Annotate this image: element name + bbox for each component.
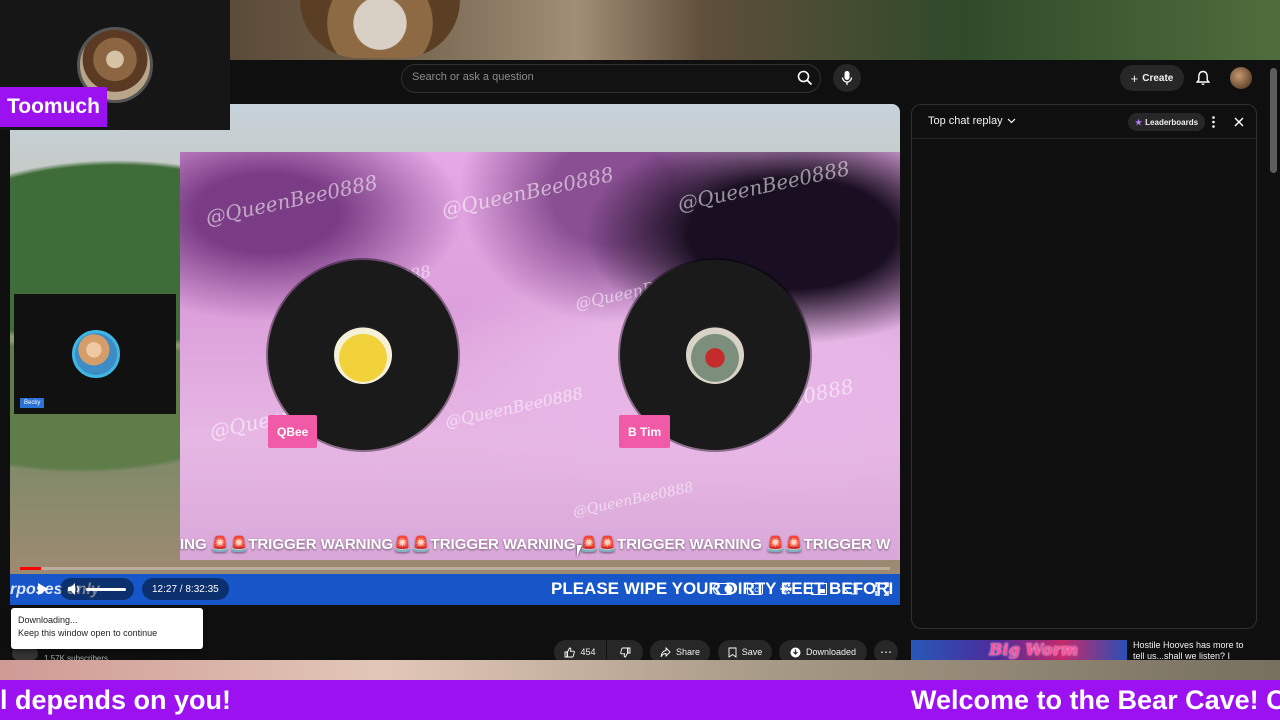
rose-window-avatar	[686, 326, 744, 384]
streamer-overlay: Toomuch	[0, 0, 230, 130]
account-avatar[interactable]	[1230, 67, 1252, 89]
time-display: 12:27 / 8:32:35	[142, 578, 229, 600]
live-chat-panel: Top chat replay ★ Leaderboards	[911, 104, 1257, 629]
captions-button[interactable]: CC	[745, 578, 765, 600]
volume-control[interactable]	[60, 578, 134, 600]
more-horizontal-icon: ⋯	[880, 645, 892, 659]
close-chat-button[interactable]	[1230, 113, 1248, 131]
star-icon: ★	[1135, 117, 1143, 127]
share-label: Share	[675, 647, 701, 657]
scrollbar-thumb[interactable]	[1270, 68, 1277, 173]
toast-status: Downloading...	[18, 615, 78, 625]
search-bar[interactable]	[401, 64, 821, 93]
miniplayer-button[interactable]	[809, 578, 829, 600]
create-button[interactable]: + Create	[1120, 65, 1184, 91]
guest-name-tag-right: B Tim	[619, 415, 671, 448]
watermark-text: @QueenBee0888	[439, 162, 616, 222]
screen: + Create Becky @QueenBee0888 @QueenBee08…	[0, 0, 1280, 720]
miniplayer-icon	[811, 583, 827, 595]
guest-avatar	[72, 330, 120, 378]
volume-slider[interactable]	[86, 588, 126, 591]
mouse-cursor	[577, 545, 587, 557]
chevron-down-icon	[1007, 118, 1016, 124]
fullscreen-button[interactable]	[872, 578, 892, 600]
save-label: Save	[741, 647, 763, 657]
leaderboards-button[interactable]: ★ Leaderboards	[1128, 113, 1206, 131]
player-controls: 12:27 / 8:32:35 CC	[20, 575, 900, 603]
autoplay-toggle[interactable]	[712, 578, 736, 600]
chat-header: Top chat replay ★ Leaderboards	[912, 105, 1256, 139]
toast-message: Keep this window open to continue	[18, 628, 158, 638]
page-scrollbar[interactable]	[1267, 60, 1280, 660]
chat-mode-dropdown[interactable]: Top chat replay	[928, 115, 1016, 127]
captions-icon: CC	[747, 583, 763, 595]
fullscreen-icon	[875, 582, 889, 596]
bell-icon	[1196, 70, 1210, 85]
cast-icon	[842, 583, 858, 595]
like-count: 454	[580, 647, 596, 657]
thumbnail-text: Big Worm	[989, 640, 1079, 659]
play-icon	[38, 583, 48, 595]
create-label: Create	[1142, 72, 1174, 84]
guest-camera-box: Becky	[14, 294, 176, 414]
recommended-title[interactable]: Hostile Hooves has more to tell us...sha…	[1133, 640, 1257, 660]
plus-icon: +	[1130, 70, 1139, 86]
banner-text-left: l depends on you!	[0, 685, 232, 715]
gear-icon	[780, 583, 792, 595]
play-button[interactable]	[32, 578, 54, 600]
download-toast: Downloading... Keep this window open to …	[11, 608, 203, 649]
banner-text-right: Welcome to the Bear Cave! C	[911, 685, 1280, 715]
cast-button[interactable]	[840, 578, 860, 600]
download-done-icon	[790, 647, 801, 657]
chat-title: Top chat replay	[928, 115, 1003, 127]
recommended-thumbnail[interactable]: Big Worm	[911, 640, 1127, 660]
bee-avatar	[334, 326, 392, 384]
chat-menu-button[interactable]	[1206, 113, 1220, 131]
watermark-text: @QueenBee0888	[203, 170, 380, 230]
progress-played	[20, 567, 41, 570]
svg-text:CC: CC	[750, 588, 759, 594]
search-icon	[797, 70, 813, 86]
video-player[interactable]: Becky @QueenBee0888 @QueenBee0888 @Queen…	[10, 104, 900, 605]
streamer-name: Toomuch	[0, 87, 107, 127]
share-icon	[660, 646, 671, 657]
scrolling-banner: l depends on you! Welcome to the Bear Ca…	[0, 680, 1280, 720]
watermark-text: @QueenBee0888	[675, 156, 852, 216]
download-label: Downloaded	[805, 647, 857, 657]
more-vertical-icon	[1211, 116, 1215, 128]
guest-name-tag-left: QBee	[268, 415, 318, 448]
watermark-text: @QueenBee0888	[443, 383, 585, 432]
notifications-button[interactable]	[1194, 68, 1212, 88]
stream-canvas: @QueenBee0888 @QueenBee0888 @QueenBee088…	[180, 152, 900, 560]
settings-button[interactable]	[776, 578, 796, 600]
guest-name-tag: Becky	[20, 398, 45, 408]
background-scene-bottom	[0, 660, 1280, 680]
youtube-window: + Create Becky @QueenBee0888 @QueenBee08…	[0, 60, 1280, 664]
toggle-icon	[713, 583, 735, 595]
microphone-icon	[841, 71, 853, 85]
close-icon	[1234, 117, 1244, 127]
bookmark-icon	[728, 647, 737, 658]
trigger-warning-ticker: ING 🚨🚨TRIGGER WARNING🚨🚨TRIGGER WARNING 🚨…	[180, 536, 891, 553]
progress-bar[interactable]	[20, 567, 890, 570]
recommended-video[interactable]: Big Worm Hostile Hooves has more to tell…	[911, 640, 1261, 660]
thumbs-down-icon	[619, 647, 630, 657]
search-input[interactable]	[412, 71, 782, 83]
search-button[interactable]	[792, 65, 818, 91]
watermark-text: @QueenBee0888	[571, 479, 695, 521]
thumbs-up-icon	[565, 647, 576, 657]
voice-search-button[interactable]	[833, 64, 861, 92]
volume-icon	[68, 583, 79, 595]
leaderboards-label: Leaderboards	[1145, 117, 1199, 127]
